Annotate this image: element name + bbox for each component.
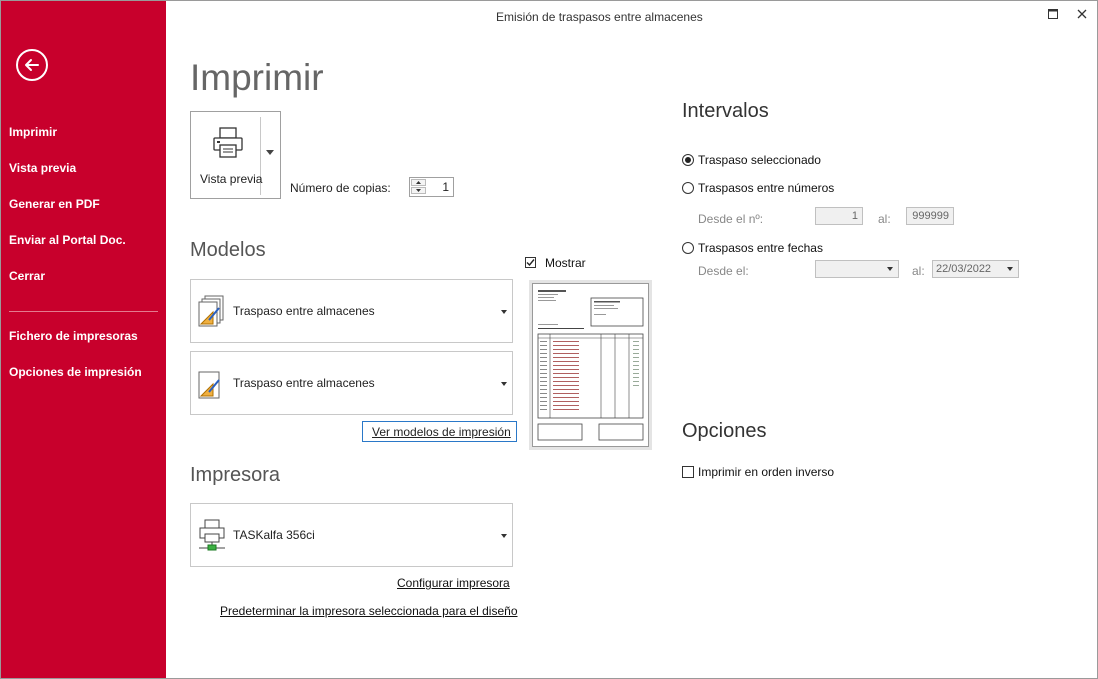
radio-traspasos-entre-numeros[interactable] — [682, 182, 694, 194]
network-printer-icon — [199, 519, 225, 551]
close-icon — [1077, 9, 1087, 19]
chevron-down-icon[interactable] — [887, 267, 893, 271]
modelo-select-2[interactable]: Traspaso entre almacenes — [190, 351, 513, 415]
ver-modelos-label: Ver modelos de impresión — [372, 425, 511, 439]
desde-numero-value: 1 — [851, 210, 858, 222]
impresora-label: TASKalfa 356ci — [233, 528, 315, 542]
chevron-down-icon — [501, 310, 507, 314]
arrow-left-icon — [25, 59, 39, 71]
stepper-buttons[interactable] — [411, 179, 426, 195]
radio-traspasos-entre-fechas[interactable] — [682, 242, 694, 254]
printer-icon — [213, 127, 243, 158]
ver-modelos-link[interactable]: Ver modelos de impresión — [362, 421, 517, 442]
al-numero-value: 999999 — [912, 210, 949, 222]
copies-value[interactable]: 1 — [442, 180, 449, 194]
print-preview-thumbnail — [529, 280, 652, 450]
sidebar-item-cerrar[interactable]: Cerrar — [9, 269, 45, 283]
al-fecha-field[interactable]: 22/03/2022 — [932, 260, 1019, 278]
traspasos-entre-numeros-label: Traspasos entre números — [698, 181, 835, 195]
orden-inverso-checkbox[interactable] — [682, 466, 694, 478]
chevron-down-icon[interactable] — [266, 150, 274, 155]
checkmark-icon — [526, 259, 535, 267]
desde-numero-label: Desde el nº: — [698, 212, 764, 226]
maximize-button[interactable] — [1048, 7, 1058, 22]
desde-fecha-field[interactable] — [815, 260, 899, 278]
modelos-heading: Modelos — [190, 239, 266, 261]
al-fecha-value: 22/03/2022 — [936, 263, 992, 275]
opciones-heading: Opciones — [682, 420, 767, 442]
vista-previa-button[interactable]: Vista previa — [190, 111, 281, 199]
al-numero-label: al: — [878, 212, 891, 226]
copies-label: Número de copias: — [290, 181, 391, 195]
window-title: Emisión de traspasos entre almacenes — [496, 10, 703, 24]
sidebar-item-generar-pdf[interactable]: Generar en PDF — [9, 197, 100, 211]
desde-fecha-label: Desde el: — [698, 264, 749, 278]
sidebar: Imprimir Vista previa Generar en PDF Env… — [1, 1, 166, 678]
intervalos-heading: Intervalos — [682, 100, 769, 122]
vista-previa-label: Vista previa — [200, 172, 263, 186]
radio-traspaso-seleccionado[interactable] — [682, 154, 694, 166]
page-title: Imprimir — [190, 57, 324, 98]
report-template-icon — [198, 371, 220, 399]
orden-inverso-label: Imprimir en orden inverso — [698, 465, 835, 479]
traspasos-entre-fechas-label: Traspasos entre fechas — [698, 241, 823, 255]
preview-page — [532, 283, 649, 447]
print-window: Imprimir Vista previa Generar en PDF Env… — [0, 0, 1098, 679]
title-bar: Emisión de traspasos entre almacenes — [166, 1, 1097, 31]
modelo-label: Traspaso entre almacenes — [233, 376, 375, 390]
impresora-select[interactable]: TASKalfa 356ci — [190, 503, 513, 567]
close-button[interactable] — [1077, 7, 1087, 22]
desde-numero-field[interactable]: 1 — [815, 207, 863, 225]
sidebar-divider — [9, 311, 158, 312]
stepper-up-icon[interactable] — [411, 179, 426, 186]
sidebar-item-opciones-impresion[interactable]: Opciones de impresión — [9, 365, 142, 379]
stepper-down-icon[interactable] — [411, 187, 426, 194]
impresora-heading: Impresora — [190, 464, 281, 486]
document-preview-image — [537, 290, 644, 441]
modelo-select-1[interactable]: Traspaso entre almacenes — [190, 279, 513, 343]
mostrar-checkbox[interactable] — [525, 257, 536, 268]
modelo-label: Traspaso entre almacenes — [233, 304, 375, 318]
mostrar-label: Mostrar — [545, 256, 586, 270]
chevron-down-icon[interactable] — [1007, 267, 1013, 271]
al-numero-field[interactable]: 999999 — [906, 207, 954, 225]
traspaso-seleccionado-label: Traspaso seleccionado — [698, 153, 821, 167]
predeterminar-impresora-link[interactable]: Predeterminar la impresora seleccionada … — [220, 604, 518, 618]
sidebar-item-vista-previa[interactable]: Vista previa — [9, 161, 76, 175]
chevron-down-icon — [501, 382, 507, 386]
report-template-icon — [198, 295, 224, 327]
sidebar-item-fichero-impresoras[interactable]: Fichero de impresoras — [9, 329, 138, 343]
al-fecha-label: al: — [912, 264, 925, 278]
back-button[interactable] — [16, 49, 48, 81]
sidebar-item-imprimir[interactable]: Imprimir — [9, 125, 57, 139]
sidebar-item-enviar-portal[interactable]: Enviar al Portal Doc. — [9, 233, 126, 247]
chevron-down-icon — [501, 534, 507, 538]
configurar-impresora-link[interactable]: Configurar impresora — [397, 576, 510, 590]
maximize-icon — [1048, 9, 1058, 19]
copies-stepper[interactable]: 1 — [409, 177, 454, 197]
